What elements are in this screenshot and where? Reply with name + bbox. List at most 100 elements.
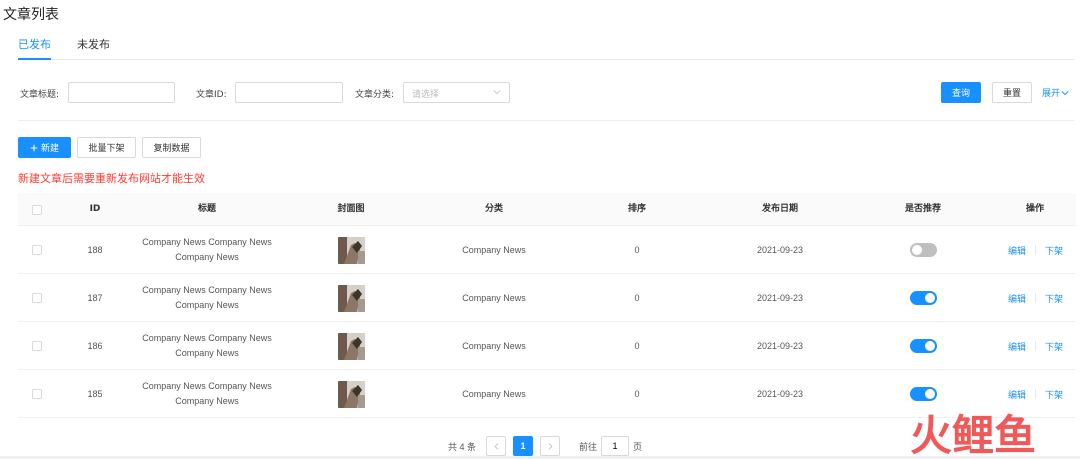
cover-thumbnail-image[interactable] <box>337 380 365 408</box>
edit-link[interactable]: 编辑 <box>1008 388 1026 401</box>
column-header-id: ID <box>89 204 101 214</box>
copy-data-button[interactable]: 复制数据 <box>142 137 201 158</box>
chevron-left-icon <box>494 442 498 450</box>
status-tabs: 已发布 未发布 <box>18 36 1074 60</box>
row-checkbox[interactable] <box>32 245 42 255</box>
article-id: 188 <box>87 245 103 255</box>
recommend-cell <box>893 322 953 370</box>
new-article-button[interactable]: 新建 <box>18 137 71 158</box>
actions-cell: 编辑 下架 <box>993 226 1078 274</box>
article-sort: 0 <box>634 293 640 303</box>
chevron-right-icon <box>548 442 553 450</box>
brand-watermark-logo: 火鲤鱼 <box>910 411 1036 456</box>
article-title-cell: Company News Company News Company News <box>142 274 272 322</box>
action-divider <box>1035 341 1036 351</box>
cover-thumbnail-image[interactable] <box>337 236 365 264</box>
cover-cell <box>321 274 381 322</box>
article-title-cell: Company News Company News Company News <box>142 370 272 418</box>
recommend-toggle[interactable] <box>909 291 937 305</box>
offline-link[interactable]: 下架 <box>1045 244 1063 257</box>
article-title-cell: Company News Company News Company News <box>142 322 272 370</box>
title-filter-label: 文章标题: <box>20 90 60 100</box>
article-id: 187 <box>87 293 103 303</box>
recommend-toggle[interactable] <box>909 243 937 257</box>
tab-unpublished[interactable]: 未发布 <box>77 36 110 52</box>
table-row: 187 Company News Company News Company Ne… <box>18 274 1076 322</box>
recommend-toggle[interactable] <box>909 387 937 401</box>
table-row: 186 Company News Company News Company Ne… <box>18 322 1076 370</box>
expand-link[interactable]: 展开 <box>1042 86 1069 99</box>
actions-cell: 编辑 下架 <box>993 274 1078 322</box>
article-id: 186 <box>87 341 103 351</box>
cover-cell <box>321 322 381 370</box>
edit-link[interactable]: 编辑 <box>1008 244 1026 257</box>
category-select[interactable]: 请选择 <box>403 82 510 103</box>
column-header-actions: 操作 <box>1025 204 1044 214</box>
row-checkbox[interactable] <box>32 341 42 351</box>
cover-cell <box>321 370 381 418</box>
prev-page-button[interactable] <box>486 436 507 456</box>
edit-link[interactable]: 编辑 <box>1008 292 1026 305</box>
select-all-checkbox[interactable] <box>32 204 42 215</box>
id-filter-input[interactable] <box>235 82 343 103</box>
plus-icon <box>30 144 38 151</box>
column-header-category: 分类 <box>484 204 503 214</box>
column-header-sort: 排序 <box>627 204 646 214</box>
table-body: 188 Company News Company News Company Ne… <box>18 226 1076 418</box>
recommend-cell <box>893 274 953 322</box>
article-title: Company News Company News Company News <box>142 381 272 406</box>
goto-page-input[interactable] <box>601 436 630 456</box>
cover-thumbnail-image[interactable] <box>337 332 365 360</box>
page-button-current[interactable]: 1 <box>513 436 534 456</box>
article-category: Company News <box>462 245 526 255</box>
article-category: Company News <box>462 389 526 399</box>
row-select-cell <box>31 274 43 322</box>
column-header-date: 发布日期 <box>761 204 798 214</box>
article-category: Company News <box>462 293 526 303</box>
title-filter-input[interactable] <box>68 82 175 103</box>
toggle-knob <box>911 245 922 255</box>
toggle-knob <box>924 389 935 399</box>
action-divider <box>1035 389 1036 399</box>
action-divider <box>1035 245 1036 255</box>
next-page-button[interactable] <box>540 436 561 456</box>
article-id: 185 <box>87 389 103 399</box>
article-publish-date: 2021-09-23 <box>756 389 804 399</box>
reset-button[interactable]: 重置 <box>992 82 1032 103</box>
row-select-cell <box>31 226 43 274</box>
edit-link[interactable]: 编辑 <box>1008 340 1026 353</box>
row-checkbox[interactable] <box>32 389 42 399</box>
article-sort: 0 <box>634 245 640 255</box>
offline-link[interactable]: 下架 <box>1045 388 1063 401</box>
expand-link-label: 展开 <box>1042 89 1061 99</box>
republish-notice: 新建文章后需要重新发布网站才能生效 <box>18 172 205 185</box>
row-select-cell <box>31 322 43 370</box>
row-select-cell <box>31 370 43 418</box>
column-header-title: 标题 <box>197 204 216 214</box>
articles-table: ID 标题 封面图 分类 排序 发布日期 是否推荐 操作 188 Company… <box>18 193 1076 418</box>
category-filter-label: 文章分类: <box>355 90 395 100</box>
column-header-recommended: 是否推荐 <box>904 204 941 214</box>
page-title: 文章列表 <box>3 7 59 23</box>
article-publish-date: 2021-09-23 <box>756 245 804 255</box>
watermark-text: 火鲤鱼 <box>910 411 1036 456</box>
article-title: Company News Company News Company News <box>142 333 272 358</box>
offline-link[interactable]: 下架 <box>1045 292 1063 305</box>
batch-offline-button[interactable]: 批量下架 <box>77 137 136 158</box>
article-title-cell: Company News Company News Company News <box>142 226 272 274</box>
table-row: 188 Company News Company News Company Ne… <box>18 226 1076 274</box>
category-select-placeholder: 请选择 <box>412 90 440 100</box>
recommend-toggle[interactable] <box>909 339 937 353</box>
offline-link[interactable]: 下架 <box>1045 340 1063 353</box>
row-checkbox[interactable] <box>32 293 42 303</box>
action-divider <box>1035 293 1036 303</box>
query-button[interactable]: 查询 <box>941 82 981 103</box>
chevron-down-icon <box>1061 90 1069 95</box>
tab-published[interactable]: 已发布 <box>18 36 51 52</box>
cover-thumbnail-image[interactable] <box>337 284 365 312</box>
goto-label: 前往 <box>579 441 598 452</box>
toggle-knob <box>924 341 935 351</box>
chevron-down-icon <box>493 90 501 95</box>
article-title: Company News Company News Company News <box>142 285 272 310</box>
id-filter-label: 文章ID: <box>196 90 227 100</box>
